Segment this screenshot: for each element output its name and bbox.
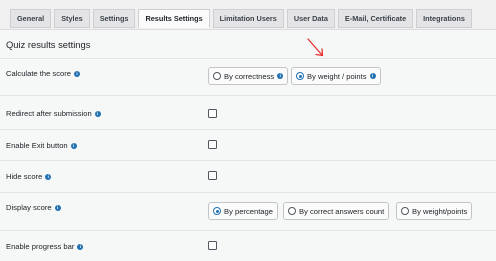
tab-email-certificate[interactable]: E-Mail, Certificate bbox=[337, 9, 414, 28]
redirect-text: Redirect after submission bbox=[6, 109, 92, 118]
divider bbox=[0, 230, 496, 231]
display-score-by-percentage[interactable]: By percentage bbox=[208, 202, 278, 220]
option-label: By correct answers count bbox=[299, 206, 385, 216]
tab-limitation-users[interactable]: Limitation Users bbox=[212, 9, 284, 28]
progress-bar-checkbox[interactable] bbox=[208, 241, 217, 250]
option-label: By weight / points bbox=[307, 71, 367, 81]
info-icon[interactable]: i bbox=[369, 73, 376, 79]
info-icon[interactable]: i bbox=[70, 142, 77, 149]
results-settings-panel: Quiz results settings Calculate the scor… bbox=[0, 29, 496, 261]
tab-user-data[interactable]: User Data bbox=[286, 9, 335, 28]
hide-score-label: Hide score i bbox=[6, 172, 52, 181]
radio-by-correctness[interactable] bbox=[213, 72, 221, 80]
progress-bar-label: Enable progress bar i bbox=[6, 242, 84, 251]
radio-by-correct-answers-count[interactable] bbox=[288, 207, 296, 215]
exit-button-label: Enable Exit button i bbox=[6, 141, 77, 150]
radio-by-percentage[interactable] bbox=[213, 207, 221, 215]
divider bbox=[0, 160, 496, 161]
hide-score-checkbox[interactable] bbox=[208, 171, 217, 180]
calculate-score-by-weight[interactable]: By weight / points i bbox=[291, 67, 381, 85]
option-label: By percentage bbox=[224, 206, 273, 216]
settings-tabs: General Styles Settings Results Settings… bbox=[10, 9, 472, 28]
radio-by-weight-points[interactable] bbox=[296, 72, 304, 80]
divider bbox=[0, 95, 496, 96]
calculate-score-by-correctness[interactable]: By correctness i bbox=[208, 67, 289, 85]
progress-bar-text: Enable progress bar bbox=[6, 242, 75, 251]
divider bbox=[0, 129, 496, 130]
info-icon[interactable]: i bbox=[45, 173, 52, 180]
divider bbox=[0, 58, 496, 59]
tab-results-settings[interactable]: Results Settings bbox=[138, 9, 210, 28]
red-arrow-icon bbox=[307, 38, 324, 57]
display-score-by-correct-count[interactable]: By correct answers count bbox=[283, 202, 390, 220]
display-score-label: Display score i bbox=[6, 203, 61, 212]
tab-settings[interactable]: Settings bbox=[92, 9, 136, 28]
info-icon[interactable]: i bbox=[94, 110, 101, 117]
display-score-by-weight[interactable]: By weight/points bbox=[396, 202, 473, 220]
option-label: By correctness bbox=[224, 71, 275, 81]
hide-score-text: Hide score bbox=[6, 172, 43, 181]
exit-button-checkbox[interactable] bbox=[208, 140, 217, 149]
tab-styles[interactable]: Styles bbox=[54, 9, 90, 28]
tab-integrations[interactable]: Integrations bbox=[416, 9, 472, 28]
tab-general[interactable]: General bbox=[10, 9, 52, 28]
info-icon[interactable]: i bbox=[277, 73, 284, 79]
info-icon[interactable]: i bbox=[74, 70, 81, 77]
divider bbox=[0, 192, 496, 193]
section-title: Quiz results settings bbox=[6, 39, 91, 50]
calculate-score-label: Calculate the score i bbox=[6, 69, 81, 78]
info-icon[interactable]: i bbox=[54, 204, 61, 211]
option-label: By weight/points bbox=[412, 206, 468, 216]
redirect-checkbox[interactable] bbox=[208, 109, 217, 118]
calculate-score-text: Calculate the score bbox=[6, 69, 72, 78]
display-score-text: Display score bbox=[6, 203, 52, 212]
redirect-label: Redirect after submission i bbox=[6, 109, 101, 118]
exit-button-text: Enable Exit button bbox=[6, 141, 68, 150]
info-icon[interactable]: i bbox=[77, 243, 84, 250]
radio-by-weight-points[interactable] bbox=[401, 207, 409, 215]
